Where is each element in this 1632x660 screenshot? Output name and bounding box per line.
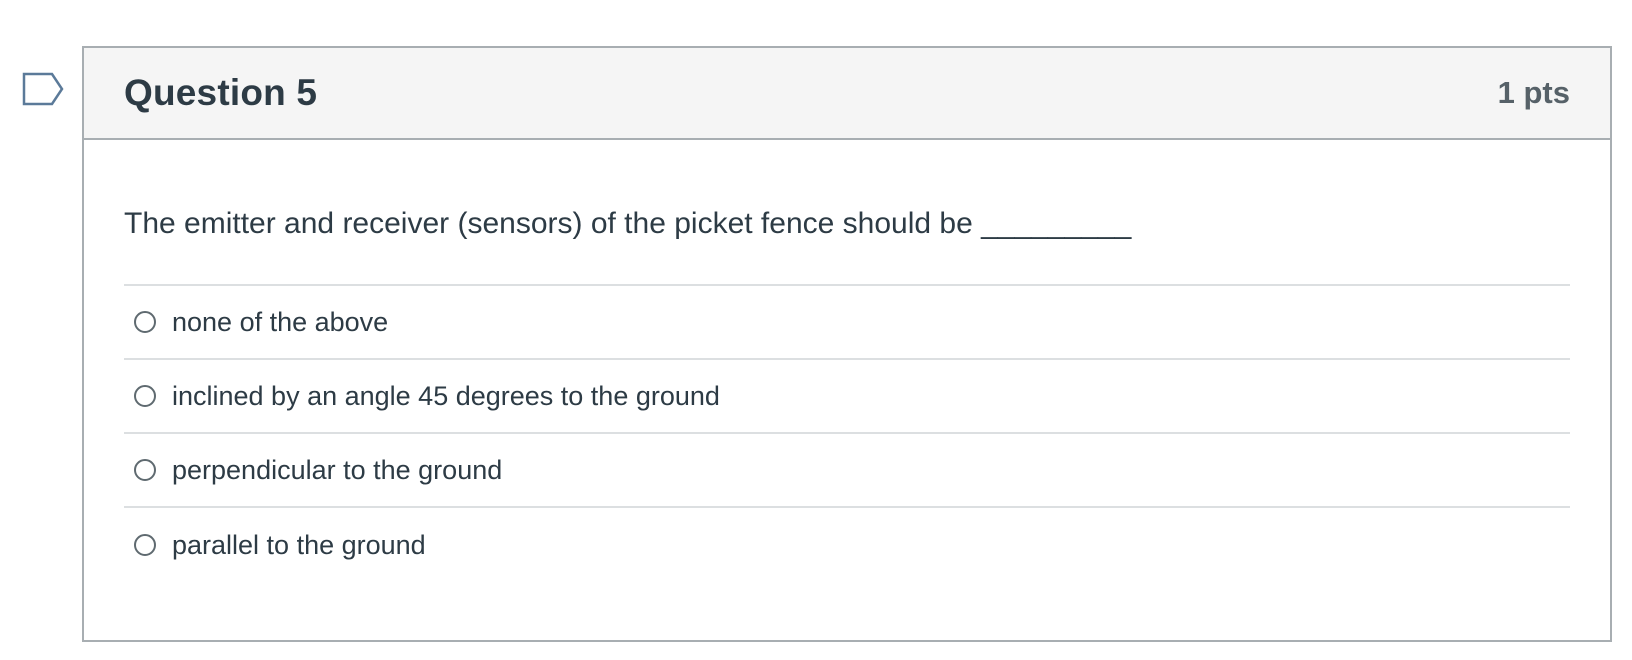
answer-label: parallel to the ground [172, 529, 426, 560]
answer-label: perpendicular to the ground [172, 454, 503, 485]
radio-button[interactable] [134, 459, 156, 481]
answer-option[interactable]: none of the above [124, 286, 1570, 360]
answer-option[interactable]: perpendicular to the ground [124, 434, 1570, 508]
answer-label: none of the above [172, 306, 389, 337]
radio-button[interactable] [134, 311, 156, 333]
question-title: Question 5 [124, 72, 318, 113]
question-body: The emitter and receiver (sensors) of th… [84, 204, 1610, 582]
quiz-page: Question 5 1 pts The emitter and receive… [0, 0, 1632, 660]
question-header: Question 5 1 pts [84, 48, 1610, 140]
question-points: 1 pts [1497, 75, 1570, 110]
radio-button[interactable] [134, 534, 156, 556]
flag-question-icon[interactable] [22, 72, 66, 106]
answer-label: inclined by an angle 45 degrees to the g… [172, 380, 720, 411]
question-text: The emitter and receiver (sensors) of th… [124, 207, 1132, 240]
radio-button[interactable] [134, 385, 156, 407]
answer-option[interactable]: inclined by an angle 45 degrees to the g… [124, 360, 1570, 434]
question-card: Question 5 1 pts The emitter and receive… [82, 46, 1612, 642]
answer-option[interactable]: parallel to the ground [124, 508, 1570, 582]
answer-list: none of the above inclined by an angle 4… [124, 284, 1570, 582]
